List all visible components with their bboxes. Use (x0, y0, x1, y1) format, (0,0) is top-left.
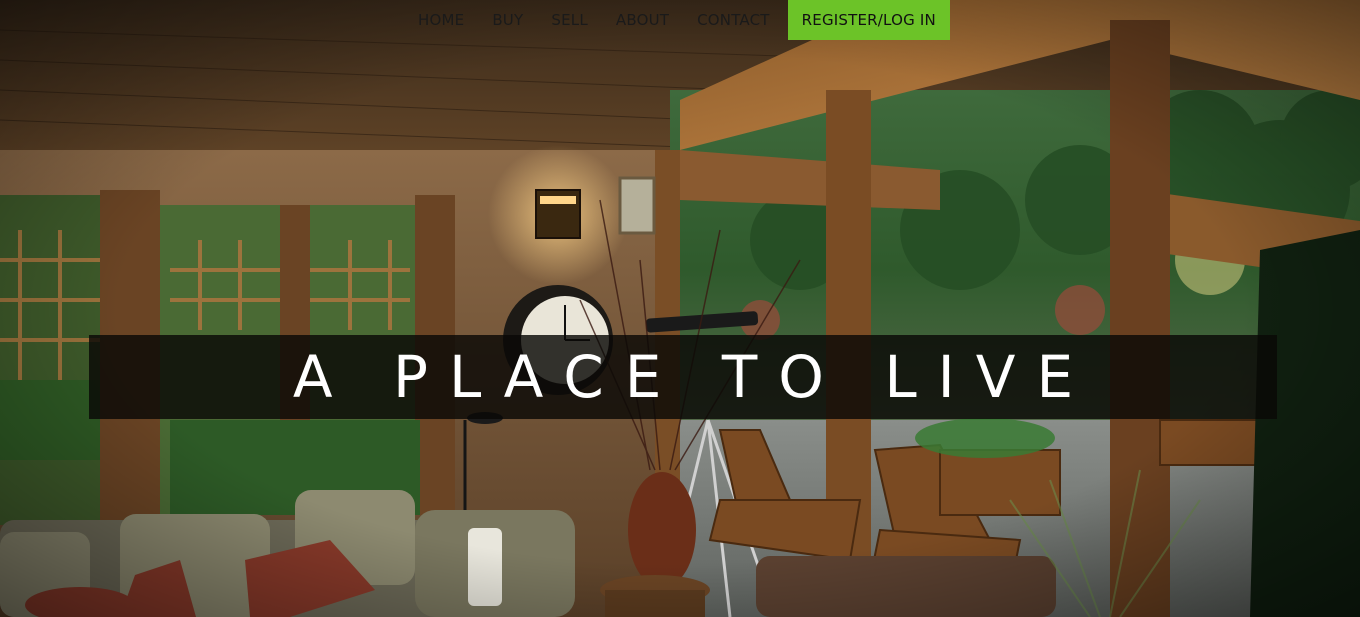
nav-contact-link[interactable]: CONTACT (683, 0, 784, 40)
hero-background-image (0, 0, 1360, 617)
hero-headline: A PLACE TO LIVE (292, 343, 1095, 411)
register-login-button[interactable]: REGISTER/LOG IN (787, 0, 950, 40)
nav-home-link[interactable]: HOME (404, 0, 478, 40)
hero-section: HOME BUY SELL ABOUT CONTACT REGISTER/LOG… (0, 0, 1360, 617)
nav-about-link[interactable]: ABOUT (602, 0, 683, 40)
main-nav: HOME BUY SELL ABOUT CONTACT REGISTER/LOG… (404, 0, 950, 40)
headline-banner: A PLACE TO LIVE (89, 335, 1277, 419)
nav-buy-link[interactable]: BUY (478, 0, 537, 40)
nav-sell-link[interactable]: SELL (537, 0, 602, 40)
